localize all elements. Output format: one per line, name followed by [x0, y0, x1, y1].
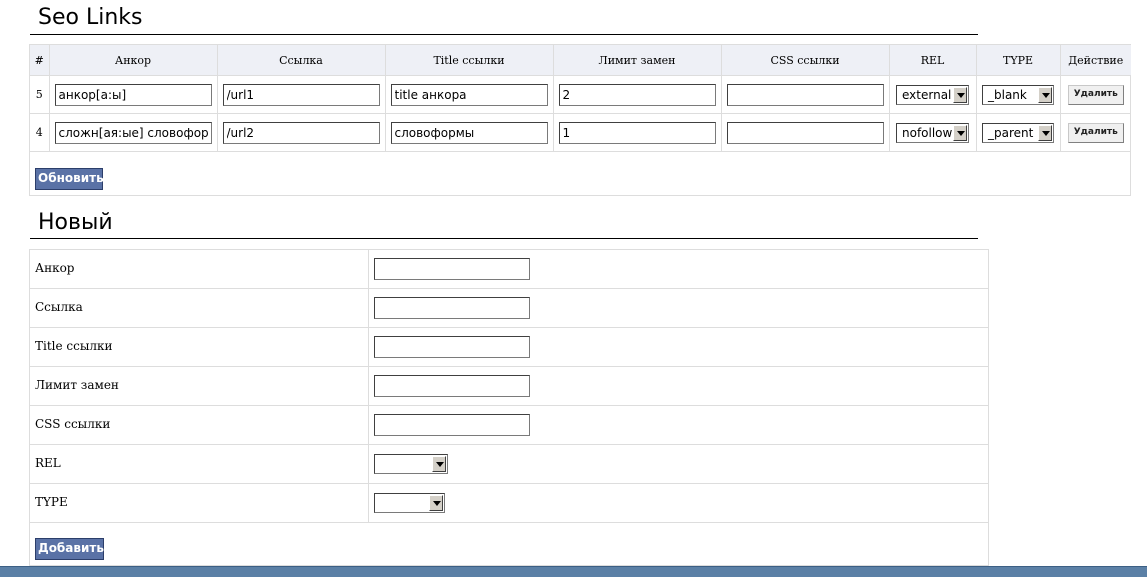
type-select[interactable]: _parent [982, 122, 1054, 143]
row-id: 5 [30, 75, 50, 114]
anchor-input[interactable] [54, 83, 212, 106]
delete-button[interactable]: Удалить [1067, 122, 1124, 143]
title-input[interactable] [390, 83, 548, 106]
title-input[interactable] [390, 121, 548, 144]
column-divider [368, 406, 369, 444]
column-divider [368, 367, 369, 405]
column-header-rel: REL [889, 45, 977, 76]
seo-links-title: Seo Links [38, 5, 143, 30]
limit-label: Лимит замен [35, 378, 119, 392]
new-url-input[interactable] [374, 297, 530, 319]
new-anchor-input[interactable] [374, 258, 530, 280]
table-header-row: # Анкор Ссылка Title ссылки Лимит замен … [30, 45, 1131, 76]
seo-links-table-container: # Анкор Ссылка Title ссылки Лимит замен … [29, 44, 1131, 196]
column-header-url: Ссылка [217, 45, 386, 76]
type-label: TYPE [35, 495, 68, 509]
column-divider [368, 250, 369, 288]
seo-links-table: # Анкор Ссылка Title ссылки Лимит замен … [30, 45, 1131, 152]
new-rel-select[interactable] [374, 454, 448, 474]
column-divider [368, 445, 369, 483]
column-header-type: TYPE [976, 45, 1061, 76]
delete-button[interactable]: Удалить [1067, 84, 1124, 105]
new-form-title: Новый [38, 210, 113, 235]
rel-select-value: external [902, 87, 952, 102]
new-form-title-rule [30, 238, 978, 239]
table-row: 4 nofollow _parent Удалить [30, 113, 1131, 152]
new-link-form: Анкор Ссылка Title ссылки Лимит замен CS… [29, 249, 989, 566]
bottom-bar [0, 566, 1147, 577]
column-divider [368, 289, 369, 327]
table-row: 5 external _blank Удалить [30, 75, 1131, 114]
rel-label: REL [35, 456, 61, 470]
rel-select[interactable]: external [896, 84, 969, 105]
form-row-type: TYPE [30, 484, 988, 523]
seo-links-title-rule [30, 34, 978, 35]
column-header-number: # [30, 45, 50, 76]
type-select-value: _blank [988, 87, 1027, 102]
anchor-input[interactable] [54, 121, 212, 144]
form-row-url: Ссылка [30, 289, 988, 328]
url-input[interactable] [222, 121, 380, 144]
form-row-title: Title ссылки [30, 328, 988, 367]
css-input[interactable] [726, 121, 884, 144]
type-select[interactable]: _blank [982, 84, 1054, 105]
column-divider [368, 484, 369, 522]
chevron-down-icon[interactable] [1038, 124, 1052, 141]
limit-input[interactable] [558, 83, 716, 106]
new-css-input[interactable] [374, 414, 530, 436]
column-header-anchor: Анкор [49, 45, 218, 76]
column-header-limit: Лимит замен [553, 45, 722, 76]
new-limit-input[interactable] [374, 375, 530, 397]
title-label: Title ссылки [35, 339, 113, 353]
url-label: Ссылка [35, 300, 83, 314]
anchor-label: Анкор [35, 261, 75, 275]
limit-input[interactable] [558, 121, 716, 144]
chevron-down-icon[interactable] [429, 495, 443, 511]
css-label: CSS ссылки [35, 417, 111, 431]
column-header-css: CSS ссылки [721, 45, 890, 76]
update-button[interactable]: Обновить [35, 168, 104, 190]
chevron-down-icon[interactable] [432, 456, 446, 472]
rel-select[interactable]: nofollow [896, 122, 969, 143]
chevron-down-icon[interactable] [1038, 86, 1052, 103]
form-row-limit: Лимит замен [30, 367, 988, 406]
form-row-rel: REL [30, 445, 988, 484]
chevron-down-icon[interactable] [953, 124, 967, 141]
url-input[interactable] [222, 83, 380, 106]
add-button[interactable]: Добавить [35, 538, 104, 560]
type-select-value: _parent [988, 125, 1034, 140]
chevron-down-icon[interactable] [953, 86, 967, 103]
column-header-title: Title ссылки [385, 45, 554, 76]
rel-select-value: nofollow [902, 125, 953, 140]
new-title-input[interactable] [374, 336, 530, 358]
form-row-anchor: Анкор [30, 250, 988, 289]
new-type-select[interactable] [374, 493, 445, 513]
column-divider [368, 328, 369, 366]
form-row-css: CSS ссылки [30, 406, 988, 445]
row-id: 4 [30, 113, 50, 152]
column-header-action: Действие [1060, 45, 1131, 76]
css-input[interactable] [726, 83, 884, 106]
